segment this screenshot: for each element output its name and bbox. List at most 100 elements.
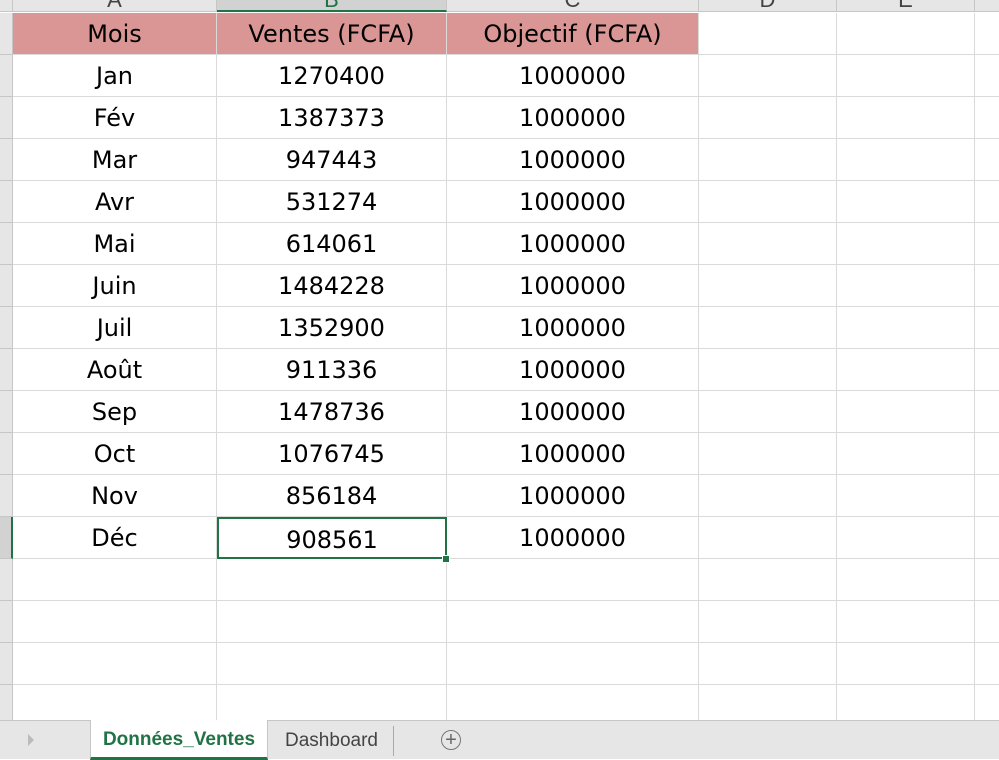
data-cell[interactable]: Juin — [13, 265, 217, 307]
active-cell[interactable]: 908561 — [217, 517, 447, 559]
cell[interactable] — [975, 181, 999, 223]
data-cell[interactable]: 1000000 — [447, 349, 699, 391]
cell[interactable] — [837, 55, 975, 97]
data-cell[interactable]: 1387373 — [217, 97, 447, 139]
column-header[interactable]: E — [837, 0, 975, 12]
row-header[interactable] — [0, 307, 13, 349]
cell[interactable] — [837, 307, 975, 349]
data-cell[interactable]: 911336 — [217, 349, 447, 391]
tab-dashboard[interactable]: Dashboard — [270, 726, 394, 756]
data-cell[interactable]: 1000000 — [447, 307, 699, 349]
row-header[interactable] — [0, 643, 13, 685]
cell[interactable] — [837, 139, 975, 181]
data-cell[interactable]: Mar — [13, 139, 217, 181]
data-cell[interactable]: 531274 — [217, 181, 447, 223]
data-cell[interactable]: 1000000 — [447, 223, 699, 265]
data-cell[interactable]: 1000000 — [447, 97, 699, 139]
column-header[interactable]: B — [217, 0, 447, 12]
row-header[interactable] — [0, 559, 13, 601]
row-header[interactable] — [0, 349, 13, 391]
cell[interactable] — [837, 13, 975, 55]
cell[interactable] — [975, 139, 999, 181]
data-cell[interactable]: Août — [13, 349, 217, 391]
data-cell[interactable]: 1000000 — [447, 433, 699, 475]
data-cell[interactable]: 1000000 — [447, 265, 699, 307]
data-cell[interactable]: 614061 — [217, 223, 447, 265]
cell[interactable] — [837, 223, 975, 265]
cell[interactable] — [975, 517, 999, 559]
cell[interactable] — [975, 433, 999, 475]
row-header[interactable] — [0, 55, 13, 97]
cell[interactable] — [837, 601, 975, 643]
cell[interactable] — [699, 223, 837, 265]
header-cell[interactable]: Objectif (FCFA) — [447, 13, 699, 55]
cell[interactable] — [975, 223, 999, 265]
data-cell[interactable]: 1484228 — [217, 265, 447, 307]
cell[interactable] — [217, 643, 447, 685]
column-header[interactable] — [975, 0, 999, 12]
data-cell[interactable]: 1000000 — [447, 55, 699, 97]
cell[interactable] — [13, 559, 217, 601]
cell[interactable] — [975, 391, 999, 433]
fill-handle[interactable] — [442, 555, 450, 563]
row-header[interactable] — [0, 391, 13, 433]
header-cell[interactable]: Ventes (FCFA) — [217, 13, 447, 55]
cell[interactable] — [699, 139, 837, 181]
data-cell[interactable]: Mai — [13, 223, 217, 265]
add-sheet-icon[interactable]: + — [441, 730, 461, 750]
cell[interactable] — [699, 475, 837, 517]
cell[interactable] — [699, 559, 837, 601]
cell[interactable] — [699, 181, 837, 223]
cell[interactable] — [699, 391, 837, 433]
cell[interactable] — [975, 643, 999, 685]
tab-donnees-ventes[interactable]: Données_Ventes — [90, 720, 268, 760]
cell[interactable] — [699, 307, 837, 349]
cell[interactable] — [13, 601, 217, 643]
cell[interactable] — [837, 265, 975, 307]
data-cell[interactable]: 947443 — [217, 139, 447, 181]
cell[interactable] — [699, 55, 837, 97]
row-header[interactable] — [0, 601, 13, 643]
row-header[interactable] — [0, 223, 13, 265]
data-cell[interactable]: 1000000 — [447, 181, 699, 223]
data-cell[interactable]: 856184 — [217, 475, 447, 517]
column-header[interactable]: A — [13, 0, 217, 12]
cell[interactable] — [975, 601, 999, 643]
cell[interactable] — [699, 265, 837, 307]
data-cell[interactable]: Sep — [13, 391, 217, 433]
cell[interactable] — [217, 559, 447, 601]
data-cell[interactable]: 1076745 — [217, 433, 447, 475]
data-cell[interactable]: Oct — [13, 433, 217, 475]
cell[interactable] — [837, 475, 975, 517]
data-cell[interactable]: 1478736 — [217, 391, 447, 433]
cell[interactable] — [837, 349, 975, 391]
cell[interactable] — [975, 475, 999, 517]
column-header[interactable]: C — [447, 0, 699, 12]
cell[interactable] — [975, 13, 999, 55]
cell[interactable] — [217, 601, 447, 643]
row-header[interactable] — [0, 13, 13, 55]
cell[interactable] — [447, 601, 699, 643]
cell[interactable] — [699, 349, 837, 391]
data-cell[interactable]: 1000000 — [447, 517, 699, 559]
cell[interactable] — [975, 265, 999, 307]
cell[interactable] — [447, 643, 699, 685]
cell[interactable] — [699, 97, 837, 139]
cell[interactable] — [837, 181, 975, 223]
cell[interactable] — [699, 13, 837, 55]
data-cell[interactable]: 1270400 — [217, 55, 447, 97]
cell[interactable] — [837, 517, 975, 559]
data-cell[interactable]: Jan — [13, 55, 217, 97]
row-header[interactable] — [0, 139, 13, 181]
scroll-tabs-arrow-icon[interactable] — [28, 734, 34, 746]
row-header[interactable] — [0, 181, 13, 223]
cell[interactable] — [837, 97, 975, 139]
cell[interactable] — [975, 559, 999, 601]
cell[interactable] — [837, 559, 975, 601]
cell[interactable] — [699, 601, 837, 643]
row-header[interactable] — [0, 265, 13, 307]
row-header[interactable] — [0, 475, 13, 517]
header-cell[interactable]: Mois — [13, 13, 217, 55]
select-all-corner[interactable] — [0, 0, 13, 12]
data-cell[interactable]: 1000000 — [447, 391, 699, 433]
